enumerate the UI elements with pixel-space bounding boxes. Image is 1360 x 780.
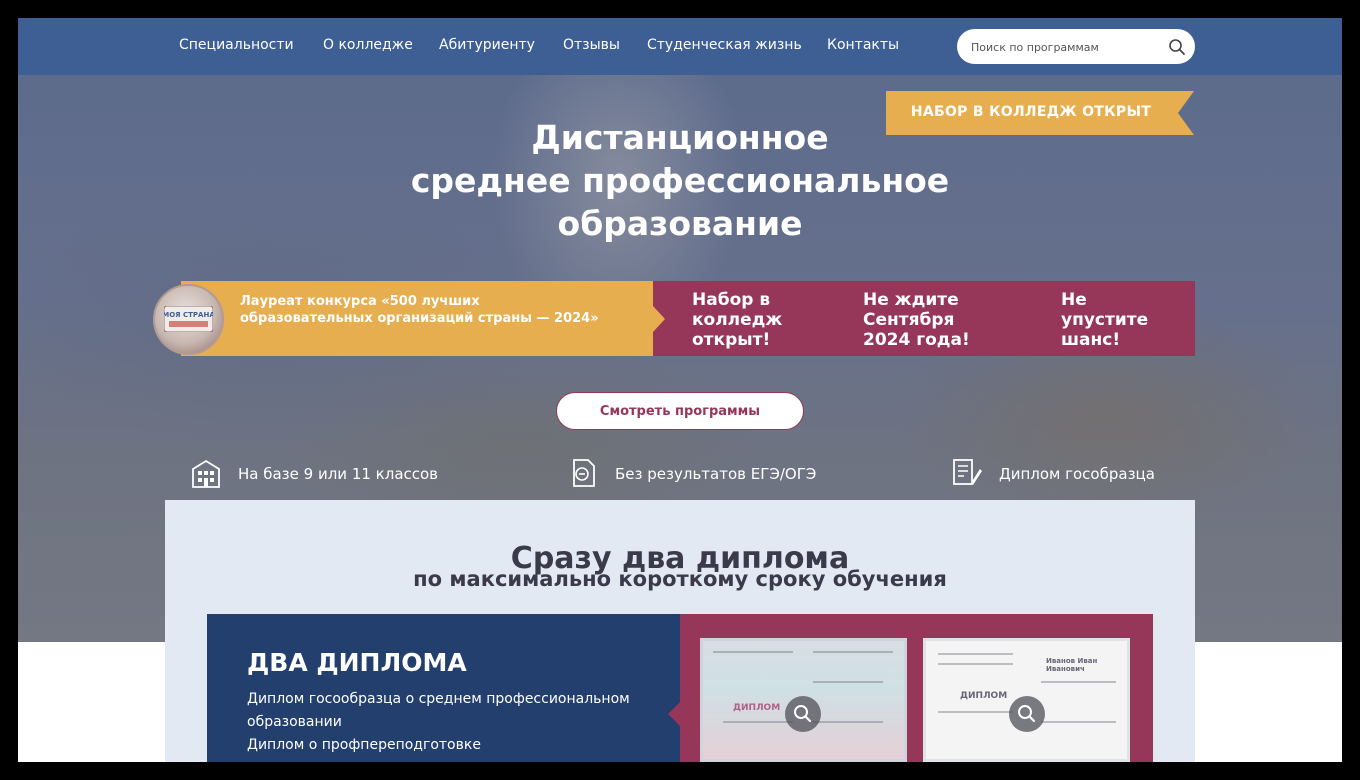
medal-emblem: МОЯ СТРАНА: [164, 306, 213, 332]
hero-title-line-3: образование: [557, 204, 803, 243]
nav-item-student-life[interactable]: Студенческая жизнь: [647, 37, 802, 53]
nav-item-specialties[interactable]: Специальности: [179, 37, 294, 53]
hero-title-line-1: Дистанционное: [531, 118, 829, 157]
nav-item-reviews[interactable]: Отзывы: [563, 37, 620, 53]
promo-line: 2024 года!: [863, 330, 970, 350]
nav-item-contacts[interactable]: Контакты: [827, 37, 899, 53]
doc1-title: ДИПЛОМ: [733, 703, 781, 713]
feature-label: Диплом гособразца: [999, 465, 1155, 483]
promo-line: Не: [1061, 290, 1087, 310]
promo-dont-miss: Не упустите шанс!: [1061, 290, 1148, 350]
magnifier-icon: [794, 705, 812, 723]
feature-label: Без результатов ЕГЭ/ОГЭ: [615, 465, 817, 483]
card-line-3: Диплом о профпереподготовке: [247, 737, 481, 753]
card-line-1: Диплом госообразца о среднем профессиона…: [247, 691, 630, 707]
feature-school-base: На базе 9 или 11 классов: [190, 457, 460, 491]
strip-arrow: [653, 306, 665, 332]
promo-line: шанс!: [1061, 330, 1121, 350]
promo-dont-wait: Не ждите Сентября 2024 года!: [863, 290, 970, 350]
hero-title-line-2: среднее профессиональное: [410, 161, 950, 200]
feature-label: На базе 9 или 11 классов: [238, 465, 439, 483]
promo-line: Не ждите: [863, 290, 959, 310]
search-icon[interactable]: [1168, 38, 1186, 56]
promo-line: Набор в: [692, 290, 771, 310]
feature-state-diploma: Диплом гособразца: [951, 457, 1191, 491]
award-medal: МОЯ СТРАНА: [153, 284, 224, 355]
doc2-name: Иванов Иван Иванович: [1046, 657, 1098, 673]
zoom-button[interactable]: [785, 696, 821, 732]
nav-item-about[interactable]: О колледже: [323, 37, 413, 53]
search-box[interactable]: [957, 29, 1195, 64]
laureate-line-2: образовательных организаций страны — 202…: [240, 311, 599, 326]
hero-title: Дистанционное среднее профессиональное о…: [318, 116, 1042, 245]
search-input[interactable]: [971, 37, 1161, 57]
zoom-button[interactable]: [1009, 696, 1045, 732]
promo-admission-open: Набор в колледж открыт!: [692, 290, 782, 350]
card-notch: [668, 702, 680, 726]
promo-line: колледж: [692, 310, 783, 330]
card-line-2: образовании: [247, 714, 342, 730]
state-diploma-image[interactable]: ДИПЛОМ: [700, 638, 907, 762]
promo-line: открыт!: [692, 330, 771, 350]
view-programs-button[interactable]: Смотреть программы: [556, 392, 804, 430]
certificate-pen-icon: [953, 459, 982, 485]
laureate-line-1: Лауреат конкурса «500 лучших: [240, 294, 480, 309]
promo-line: Сентября: [863, 310, 955, 330]
nav-item-applicants[interactable]: Абитуриенту: [439, 37, 535, 53]
browser-viewport: Специальности О колледже Абитуриенту Отз…: [18, 18, 1342, 762]
two-diplomas-title: ДВА ДИПЛОМА: [247, 648, 467, 677]
top-navigation: Специальности О колледже Абитуриенту Отз…: [18, 18, 1342, 75]
laureate-text: Лауреат конкурса «500 лучших образовател…: [240, 293, 640, 327]
magnifier-icon: [1018, 705, 1036, 723]
doc2-title: ДИПЛОМ: [960, 691, 1008, 701]
medal-text: МОЯ СТРАНА: [164, 311, 213, 319]
feature-no-exams: Без результатов ЕГЭ/ОГЭ: [567, 457, 837, 491]
retraining-diploma-image[interactable]: Иванов Иван Иванович ДИПЛОМ: [923, 638, 1130, 762]
document-check-icon: [573, 459, 595, 487]
diplomas-subheading: по максимально короткому сроку обучения: [413, 567, 947, 591]
school-building-icon: [192, 459, 220, 488]
promo-line: упустите: [1061, 310, 1149, 330]
